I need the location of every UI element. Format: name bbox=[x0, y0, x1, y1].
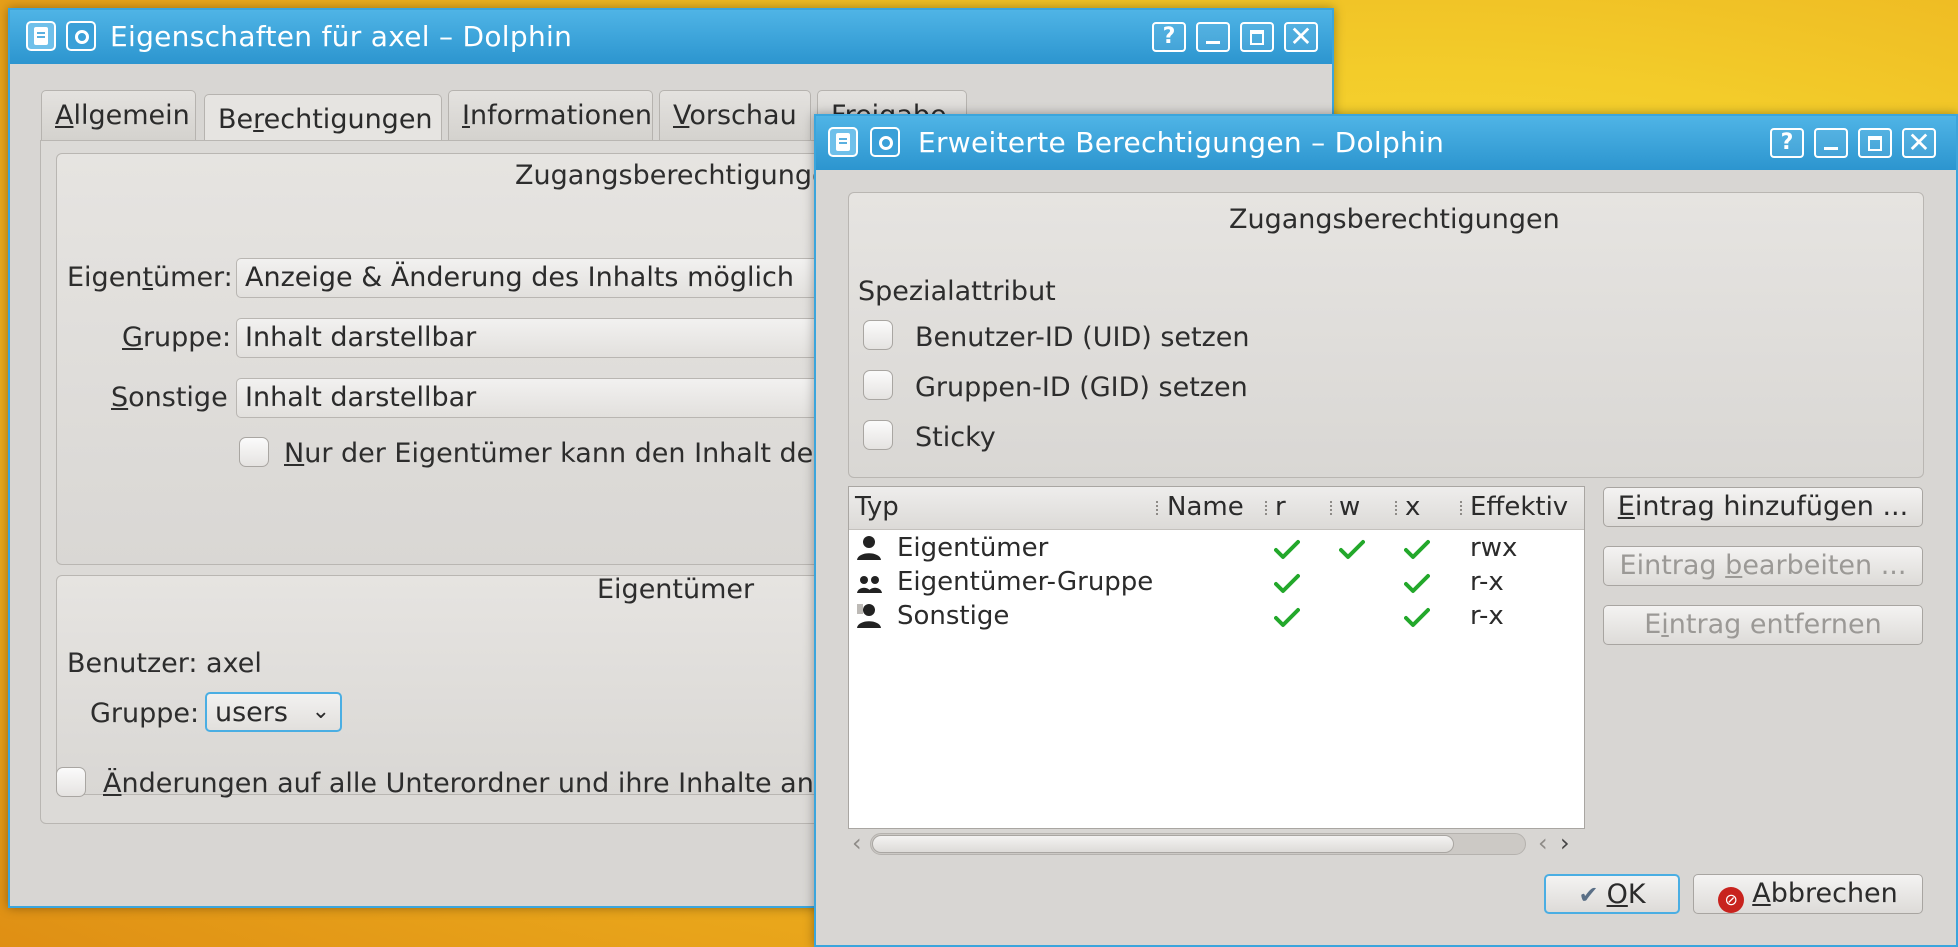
add-entry-button[interactable]: Eintrag hinzufügen ... bbox=[1603, 487, 1923, 527]
special-attribute-label: Spezialattribut bbox=[858, 276, 1056, 307]
type-cell: Eigentümer-Gruppe bbox=[897, 567, 1154, 597]
effective-cell: r-x bbox=[1470, 567, 1504, 597]
column-header-w[interactable]: w bbox=[1339, 492, 1360, 522]
minimize-button[interactable] bbox=[1196, 22, 1230, 52]
column-header-x[interactable]: x bbox=[1405, 492, 1420, 522]
sticky-label: Sticky bbox=[915, 422, 996, 453]
others-icon bbox=[855, 602, 883, 630]
checkmark-icon bbox=[1404, 607, 1430, 629]
cancel-button[interactable]: ⊘ Abbrechen bbox=[1693, 874, 1923, 914]
uid-checkbox[interactable] bbox=[863, 320, 893, 350]
advanced-titlebar[interactable]: Erweiterte Berechtigungen – Dolphin ? ✕ bbox=[816, 116, 1956, 170]
ownership-group-title: Eigentümer bbox=[597, 574, 755, 605]
type-cell: Sonstige bbox=[897, 601, 1010, 631]
apply-recursive-label: Änderungen auf alle Unterordner und ihre… bbox=[103, 768, 823, 799]
table-row[interactable]: Eigentümer rwx bbox=[849, 533, 1584, 567]
group-title: Zugangsberechtigungen bbox=[1229, 204, 1560, 235]
close-button[interactable]: ✕ bbox=[1284, 22, 1318, 52]
scroll-right-arrow[interactable]: › bbox=[1560, 829, 1570, 857]
user-line: Benutzer: axel bbox=[67, 648, 262, 679]
dolphin-app-icon[interactable] bbox=[26, 21, 56, 51]
others-permission-select[interactable]: Inhalt darstellbar bbox=[236, 378, 856, 418]
group-permission-select[interactable]: Inhalt darstellbar bbox=[236, 318, 856, 358]
table-row[interactable]: Eigentümer-Gruppe r-x bbox=[849, 567, 1584, 601]
window-title: Erweiterte Berechtigungen – Dolphin bbox=[918, 126, 1445, 159]
help-button[interactable]: ? bbox=[1152, 22, 1186, 52]
edit-entry-button[interactable]: Eintrag bearbeiten ... bbox=[1603, 546, 1923, 586]
only-owner-label: Nur der Eigentümer kann den Inhalt des O… bbox=[284, 438, 824, 469]
cancel-icon: ⊘ bbox=[1718, 887, 1745, 913]
horizontal-scrollbar[interactable]: ‹ ‹ › bbox=[848, 829, 1585, 859]
column-separator[interactable] bbox=[1330, 501, 1334, 515]
others-label: Sonstige bbox=[111, 382, 228, 413]
checkmark-icon bbox=[1274, 607, 1300, 629]
checkmark-icon bbox=[1274, 539, 1300, 561]
acl-table-header: Typ Name r w x Effektiv bbox=[849, 487, 1584, 530]
scroll-page-left-arrow[interactable]: ‹ bbox=[1538, 829, 1548, 857]
column-separator[interactable] bbox=[1265, 501, 1269, 515]
column-header-name[interactable]: Name bbox=[1167, 492, 1244, 522]
window-menu-icon[interactable] bbox=[870, 127, 900, 157]
user-icon bbox=[855, 534, 883, 562]
remove-entry-button[interactable]: Eintrag entfernen bbox=[1603, 605, 1923, 645]
tab-allgemein[interactable]: Allgemein bbox=[41, 90, 196, 140]
sticky-checkbox[interactable] bbox=[863, 420, 893, 450]
minimize-button[interactable] bbox=[1814, 128, 1848, 158]
window-title: Eigenschaften für axel – Dolphin bbox=[110, 20, 573, 53]
column-separator[interactable] bbox=[1156, 501, 1160, 515]
properties-titlebar[interactable]: Eigenschaften für axel – Dolphin ? ✕ bbox=[10, 10, 1332, 64]
column-separator[interactable] bbox=[1395, 501, 1399, 515]
effective-cell: rwx bbox=[1470, 533, 1518, 563]
group-label: Gruppe: bbox=[122, 322, 232, 353]
column-header-type[interactable]: Typ bbox=[855, 492, 899, 522]
chevron-down-icon: ⌄ bbox=[311, 699, 330, 724]
column-header-effective[interactable]: Effektiv bbox=[1470, 492, 1568, 522]
scrollbar-track[interactable] bbox=[870, 833, 1526, 855]
window-menu-icon[interactable] bbox=[66, 21, 96, 51]
checkmark-icon bbox=[1404, 539, 1430, 561]
scrollbar-thumb[interactable] bbox=[872, 835, 1454, 853]
acl-table[interactable]: Typ Name r w x Effektiv Eigentümer rwx Eig… bbox=[848, 486, 1585, 829]
maximize-button[interactable] bbox=[1240, 22, 1274, 52]
close-button[interactable]: ✕ bbox=[1902, 128, 1936, 158]
effective-cell: r-x bbox=[1470, 601, 1504, 631]
table-row[interactable]: Sonstige r-x bbox=[849, 601, 1584, 635]
owner-label: Eigentümer: bbox=[67, 262, 233, 293]
scroll-left-arrow[interactable]: ‹ bbox=[852, 829, 862, 857]
checkmark-icon bbox=[1404, 573, 1430, 595]
uid-label: Benutzer-ID (UID) setzen bbox=[915, 322, 1250, 353]
column-header-r[interactable]: r bbox=[1275, 492, 1286, 522]
maximize-button[interactable] bbox=[1858, 128, 1892, 158]
owner-permission-select[interactable]: Anzeige & Änderung des Inhalts möglich bbox=[236, 258, 856, 298]
gid-checkbox[interactable] bbox=[863, 370, 893, 400]
checkmark-icon: ✔ bbox=[1578, 881, 1599, 909]
checkmark-icon bbox=[1274, 573, 1300, 595]
group-select[interactable]: users ⌄ bbox=[205, 692, 342, 732]
advanced-permissions-window: Erweiterte Berechtigungen – Dolphin ? ✕ … bbox=[814, 114, 1958, 947]
tab-vorschau[interactable]: Vorschau bbox=[659, 90, 811, 140]
checkmark-icon bbox=[1339, 539, 1365, 561]
access-group-title: Zugangsberechtigungen bbox=[515, 160, 846, 191]
gid-label: Gruppen-ID (GID) setzen bbox=[915, 372, 1248, 403]
tab-informationen[interactable]: Informationen bbox=[448, 90, 653, 140]
help-button[interactable]: ? bbox=[1770, 128, 1804, 158]
only-owner-checkbox[interactable] bbox=[239, 437, 269, 467]
column-separator[interactable] bbox=[1460, 501, 1464, 515]
type-cell: Eigentümer bbox=[897, 533, 1049, 563]
group-icon bbox=[855, 568, 883, 596]
group-select-label: Gruppe: bbox=[90, 698, 200, 729]
dolphin-app-icon[interactable] bbox=[828, 127, 858, 157]
ok-button[interactable]: ✔ OK bbox=[1544, 874, 1680, 914]
apply-recursive-checkbox[interactable] bbox=[56, 767, 86, 797]
